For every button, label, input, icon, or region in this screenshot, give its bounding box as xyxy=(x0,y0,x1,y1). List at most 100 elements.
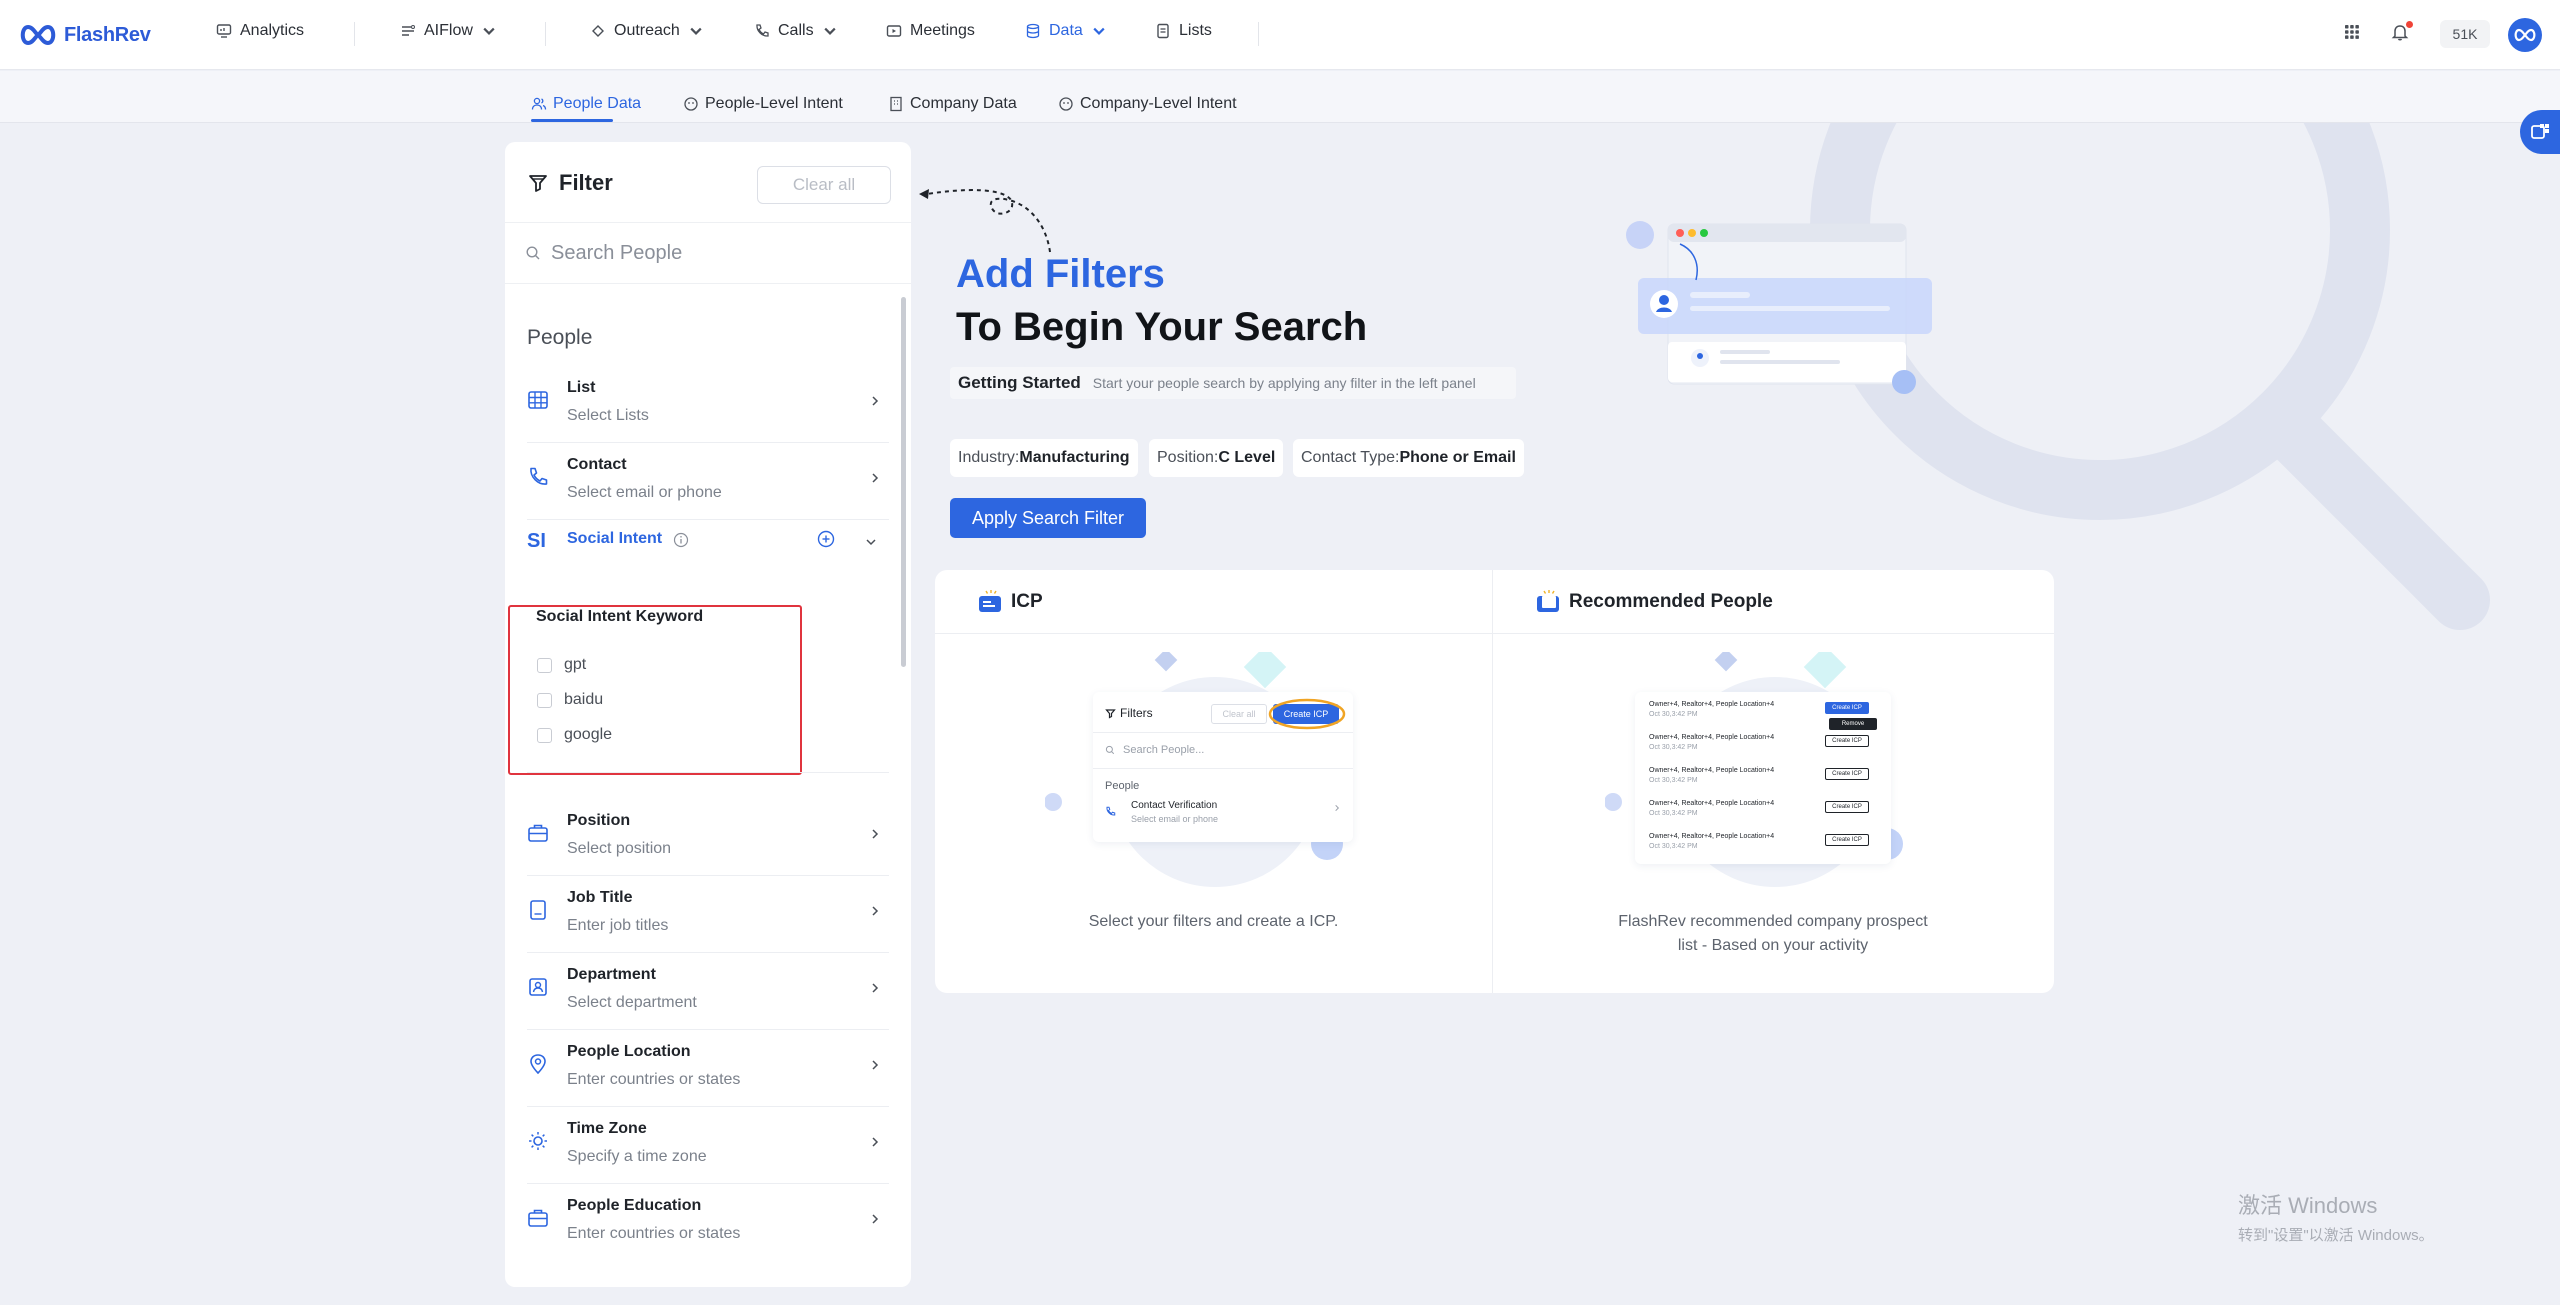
example-chip-contact-type[interactable]: Contact Type: Phone or Email xyxy=(1293,439,1524,477)
nav-data[interactable]: Data xyxy=(1025,22,1107,40)
tab-people-data-label: People Data xyxy=(553,95,642,112)
mock-row-text: Owner+4, Realtor+4, People Location+4 xyxy=(1649,734,1775,741)
brand-logo[interactable]: FlashRev xyxy=(18,20,151,50)
target-icon xyxy=(1059,97,1073,111)
outreach-icon xyxy=(592,25,604,37)
building-icon xyxy=(890,96,902,112)
keyword-checkbox[interactable] xyxy=(537,692,552,708)
filter-row-social-intent[interactable]: SI Social Intent xyxy=(527,516,889,576)
tab-company-level-intent[interactable]: Company-Level Intent xyxy=(1058,85,1237,123)
keyword-checkbox[interactable] xyxy=(537,657,552,673)
nav-analytics-label: Analytics xyxy=(240,22,305,39)
hero-title-line2: To Begin Your Search xyxy=(956,305,1368,349)
document-icon xyxy=(1157,23,1169,39)
recommended-caption-line2: list - Based on your activity xyxy=(1677,937,1869,954)
chevron-right-icon xyxy=(872,396,879,406)
keyword-option[interactable]: google xyxy=(537,726,612,744)
filter-row-people-education[interactable]: People Education Enter countries or stat… xyxy=(527,1185,889,1261)
filter-title: Filter xyxy=(559,170,613,195)
nav-divider xyxy=(1258,22,1259,46)
clear-all-button[interactable]: Clear all xyxy=(757,166,891,204)
database-icon xyxy=(1026,23,1040,39)
recommended-illustration: Owner+4, Realtor+4, People Location+4 Oc… xyxy=(1605,652,1945,892)
getting-started-banner: Getting Started Start your people search… xyxy=(950,367,1516,399)
windows-activation-watermark: 激活 Windows 转到"设置"以激活 Windows。 xyxy=(2238,1188,2434,1245)
tab-company-data-label: Company Data xyxy=(910,95,1017,112)
icp-mock-contact-title: Contact Verification xyxy=(1131,800,1218,811)
sun-icon xyxy=(529,1132,547,1150)
nav-meetings[interactable]: Meetings xyxy=(886,22,975,40)
divider xyxy=(1093,768,1353,769)
info-icon[interactable] xyxy=(673,532,689,548)
mock-create-button: Create ICP xyxy=(1825,702,1869,714)
side-floating-button[interactable] xyxy=(2520,110,2560,154)
mock-row: Owner+4, Realtor+4, People Location+4 Oc… xyxy=(1649,700,1774,720)
nav-calls[interactable]: Calls xyxy=(754,22,838,40)
mock-remove-tooltip: Remove xyxy=(1829,718,1877,730)
mock-row-date: Oct 30,3:42 PM xyxy=(1649,777,1698,784)
chip-value: C Level xyxy=(1218,449,1276,466)
keyword-option[interactable]: baidu xyxy=(537,691,603,709)
nav-lists[interactable]: Lists xyxy=(1155,22,1212,40)
keyword-option[interactable]: gpt xyxy=(537,656,586,674)
chevron-down-icon[interactable] xyxy=(865,536,877,548)
tab-people-data[interactable]: People Data xyxy=(531,85,641,123)
keyword-checkbox[interactable] xyxy=(537,727,552,743)
user-avatar[interactable] xyxy=(2508,18,2542,52)
feature-cards: ICP Recommended People Filters Clear all… xyxy=(935,570,2054,993)
recommended-card-header: Recommended People xyxy=(1535,588,1773,616)
icp-icon xyxy=(979,590,1001,612)
nav-outreach[interactable]: Outreach xyxy=(590,22,704,40)
filter-row-label: List xyxy=(567,379,596,396)
credits-badge[interactable]: 51K xyxy=(2440,20,2490,48)
nav-aiflow[interactable]: AIFlow xyxy=(400,22,497,40)
filter-row-job-title[interactable]: Job Title Enter job titles xyxy=(527,877,889,953)
nav-divider xyxy=(545,22,546,46)
filter-row-people-location[interactable]: People Location Enter countries or state… xyxy=(527,1031,889,1107)
nav-aiflow-label: AIFlow xyxy=(424,22,473,39)
nav-lists-label: Lists xyxy=(1179,22,1212,39)
chevron-right-icon xyxy=(872,1137,879,1147)
mock-row-text: Owner+4, Realtor+4, People Location+4 xyxy=(1649,800,1775,807)
education-icon xyxy=(528,1209,548,1227)
filter-row-list[interactable]: List Select Lists xyxy=(527,367,889,443)
filter-row-department[interactable]: Department Select department xyxy=(527,954,889,1030)
divider xyxy=(527,772,889,773)
recommended-caption-line1: FlashRev recommended company prospect xyxy=(1618,913,1928,930)
add-circle-icon[interactable] xyxy=(817,530,835,548)
social-intent-badge: SI xyxy=(527,530,546,552)
filter-scrollbar[interactable] xyxy=(901,297,906,667)
example-chip-position[interactable]: Position: C Level xyxy=(1149,439,1284,477)
filter-row-time-zone[interactable]: Time Zone Specify a time zone xyxy=(527,1108,889,1184)
tab-people-level-intent[interactable]: People-Level Intent xyxy=(683,85,843,123)
widget-icon xyxy=(2531,124,2549,139)
section-title-people: People xyxy=(527,326,593,349)
chip-key: Position: xyxy=(1157,449,1219,466)
example-chip-industry[interactable]: Industry: Manufacturing xyxy=(950,439,1138,477)
chip-value: Manufacturing xyxy=(1019,449,1130,466)
recommended-card-caption: FlashRev recommended company prospect li… xyxy=(1492,910,2054,958)
people-icon xyxy=(531,97,547,110)
filter-row-position[interactable]: Position Select position xyxy=(527,800,889,876)
mock-row: Owner+4, Realtor+4, People Location+4 Oc… xyxy=(1649,799,1774,819)
keyword-label: gpt xyxy=(564,656,587,673)
phone-icon xyxy=(756,24,769,37)
filter-row-contact[interactable]: Contact Select email or phone xyxy=(527,444,889,520)
filter-row-label: Time Zone xyxy=(567,1120,647,1137)
tab-company-data[interactable]: Company Data xyxy=(888,85,1017,123)
apps-grid-icon[interactable] xyxy=(2342,22,2362,42)
mock-create-button: Create ICP xyxy=(1825,735,1869,747)
nav-analytics[interactable]: Analytics xyxy=(216,22,304,40)
apply-search-filter-button[interactable]: Apply Search Filter xyxy=(950,498,1146,538)
icp-mock-contact-sub: Select email or phone xyxy=(1131,814,1219,824)
filter-row-label: Job Title xyxy=(567,889,633,906)
video-icon xyxy=(886,25,902,37)
mock-create-button: Create ICP xyxy=(1825,768,1869,780)
mock-row-date: Oct 30,3:42 PM xyxy=(1649,744,1698,751)
search-people-input[interactable] xyxy=(551,241,881,265)
icp-mock-filter-header: Filters xyxy=(1105,706,1153,720)
icp-mock-people: People xyxy=(1105,780,1140,792)
watermark-line1: 激活 Windows xyxy=(2238,1193,2378,1218)
filter-row-label: People Location xyxy=(567,1043,691,1060)
mock-row-date: Oct 30,3:42 PM xyxy=(1649,843,1698,850)
